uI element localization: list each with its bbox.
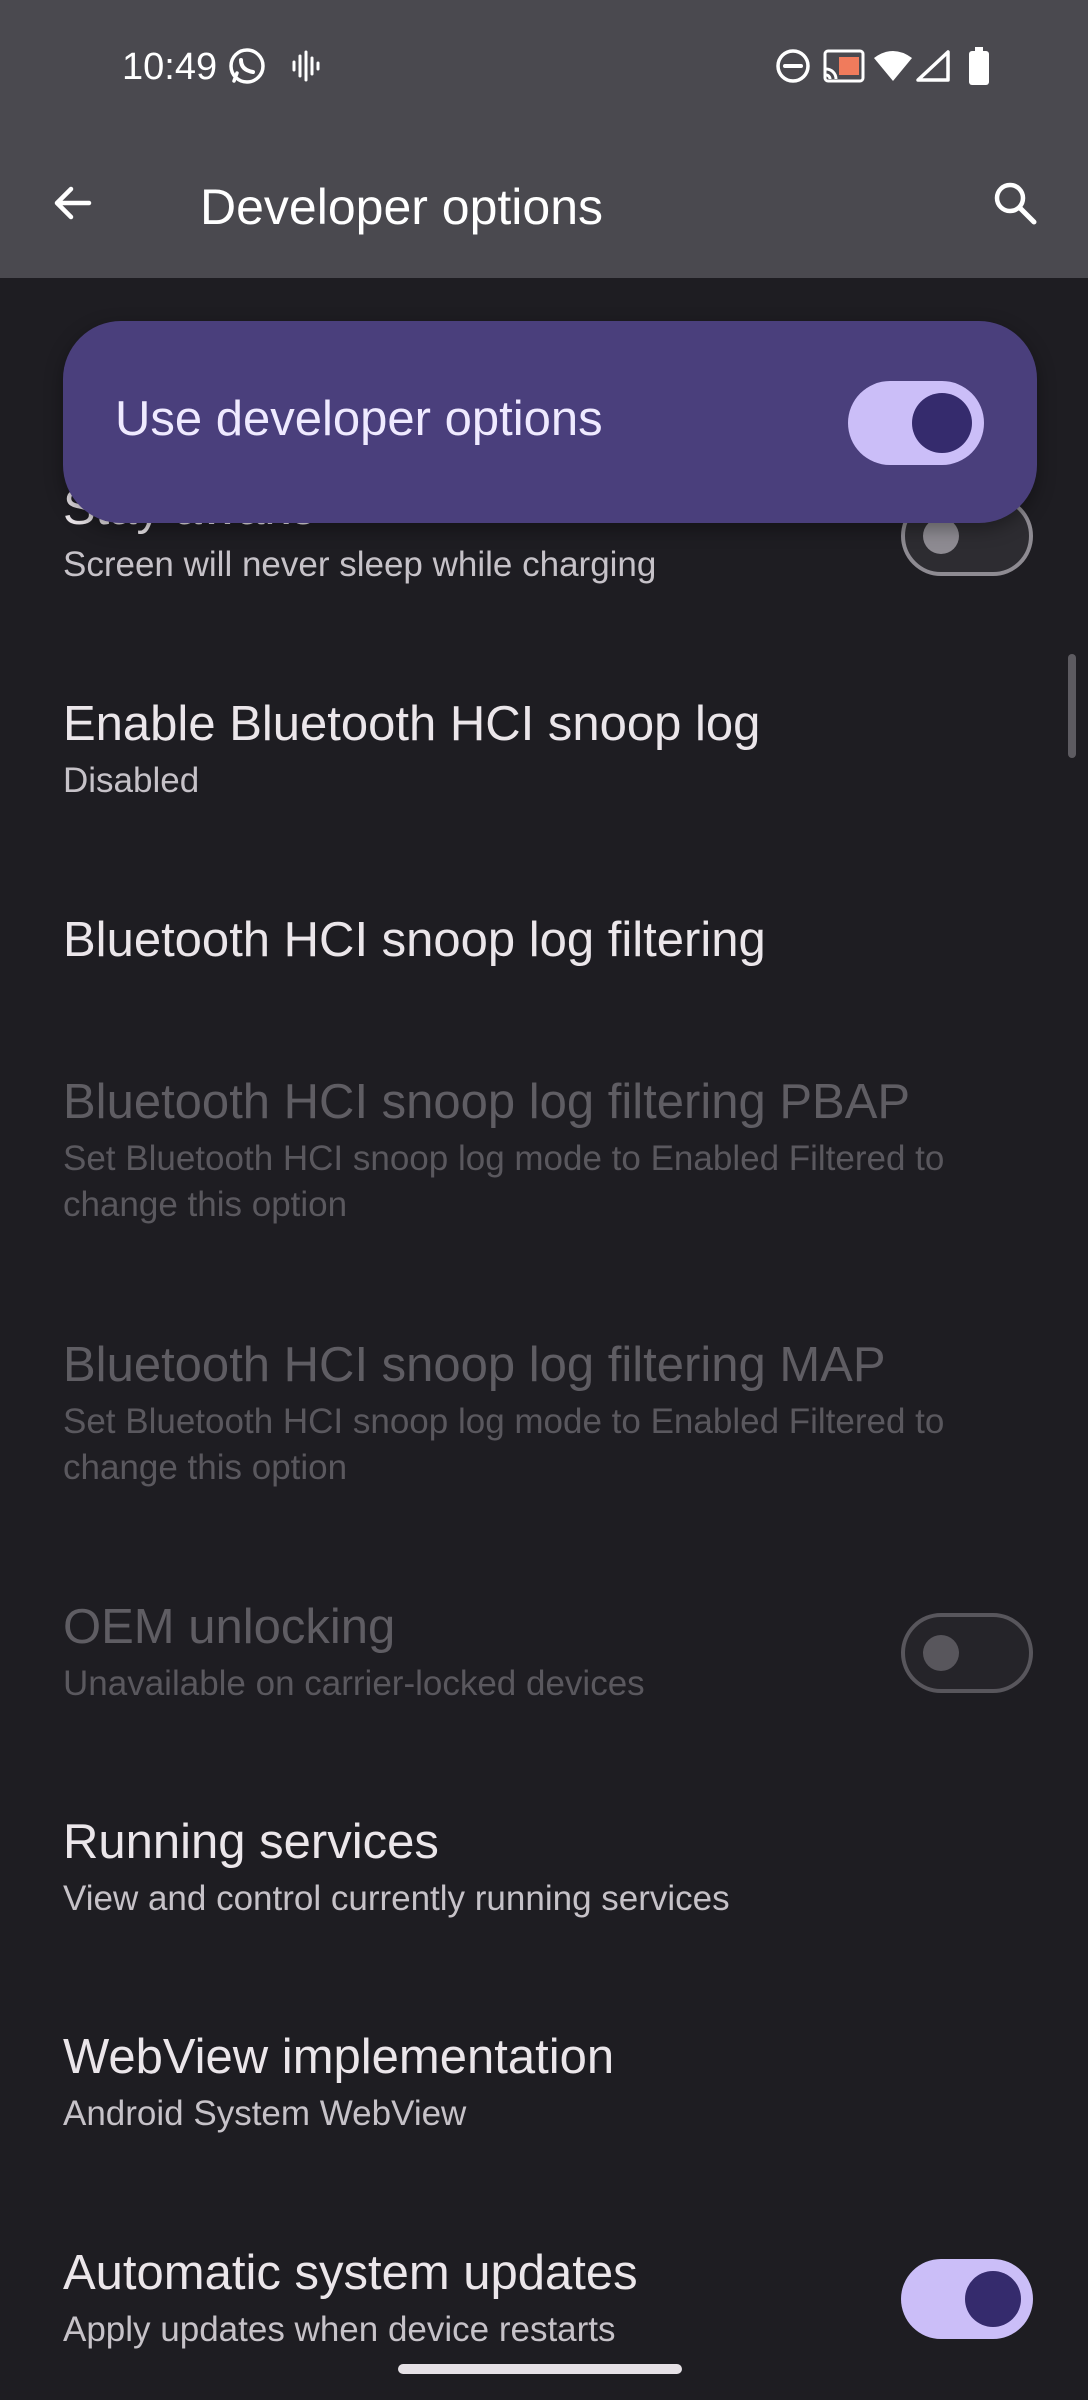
scrollbar[interactable] <box>1068 654 1076 758</box>
setting-enable-bluetooth-hci-snoop-log[interactable]: Enable Bluetooth HCI snoop log Disabled <box>63 694 1023 804</box>
page-title: Developer options <box>200 179 604 235</box>
setting-title: Enable Bluetooth HCI snoop log <box>63 697 761 751</box>
status-time: 10:49 <box>122 46 218 88</box>
setting-bluetooth-hci-filtering-pbap: Bluetooth HCI snoop log filtering PBAP S… <box>63 1072 1023 1228</box>
wifi-icon <box>872 46 914 86</box>
use-developer-options-card[interactable]: Use developer options <box>63 321 1037 523</box>
setting-subtitle: Set Bluetooth HCI snoop log mode to Enab… <box>63 1402 945 1487</box>
automatic-updates-toggle[interactable] <box>901 2259 1033 2339</box>
setting-subtitle: Android System WebView <box>63 2094 467 2133</box>
setting-title: Running services <box>63 1815 439 1869</box>
signal-icon <box>914 46 952 86</box>
setting-title: WebView implementation <box>63 2030 615 2084</box>
setting-automatic-system-updates[interactable]: Automatic system updates Apply updates w… <box>63 2243 1023 2353</box>
setting-running-services[interactable]: Running services View and control curren… <box>63 1812 1023 1922</box>
setting-title: Bluetooth HCI snoop log filtering MAP <box>63 1338 886 1392</box>
toggle-knob <box>923 1635 959 1671</box>
setting-subtitle: Unavailable on carrier-locked devices <box>63 1664 645 1703</box>
cast-icon <box>822 46 866 86</box>
back-button[interactable] <box>40 170 106 236</box>
toggle-knob <box>912 393 972 453</box>
setting-bluetooth-hci-snoop-log-filtering[interactable]: Bluetooth HCI snoop log filtering <box>63 910 1023 970</box>
dnd-icon <box>774 46 812 86</box>
toggle-knob <box>923 518 959 554</box>
arrow-back-icon <box>54 186 92 220</box>
setting-title: Bluetooth HCI snoop log filtering <box>63 913 766 967</box>
setting-subtitle: Set Bluetooth HCI snoop log mode to Enab… <box>63 1139 945 1224</box>
setting-subtitle: Disabled <box>63 761 200 800</box>
setting-title: Automatic system updates <box>63 2246 638 2300</box>
setting-subtitle: Apply updates when device restarts <box>63 2310 616 2349</box>
setting-title: OEM unlocking <box>63 1600 396 1654</box>
toggle-knob <box>965 2271 1021 2327</box>
voice-icon <box>288 46 322 86</box>
setting-webview-implementation[interactable]: WebView implementation Android System We… <box>63 2027 1023 2137</box>
master-switch-label: Use developer options <box>115 392 603 446</box>
setting-oem-unlocking: OEM unlocking Unavailable on carrier-loc… <box>63 1597 1023 1707</box>
oem-unlocking-toggle <box>901 1613 1033 1693</box>
whatsapp-icon <box>226 46 268 86</box>
search-icon <box>994 182 1037 225</box>
battery-icon <box>966 46 992 86</box>
setting-bluetooth-hci-filtering-map: Bluetooth HCI snoop log filtering MAP Se… <box>63 1335 1023 1491</box>
use-developer-options-toggle[interactable] <box>848 381 984 465</box>
setting-subtitle: View and control currently running servi… <box>63 1879 730 1918</box>
search-button[interactable] <box>982 170 1048 236</box>
setting-subtitle: Screen will never sleep while charging <box>63 545 657 584</box>
setting-title: Bluetooth HCI snoop log filtering PBAP <box>63 1075 911 1129</box>
gesture-nav-pill[interactable] <box>398 2364 682 2374</box>
